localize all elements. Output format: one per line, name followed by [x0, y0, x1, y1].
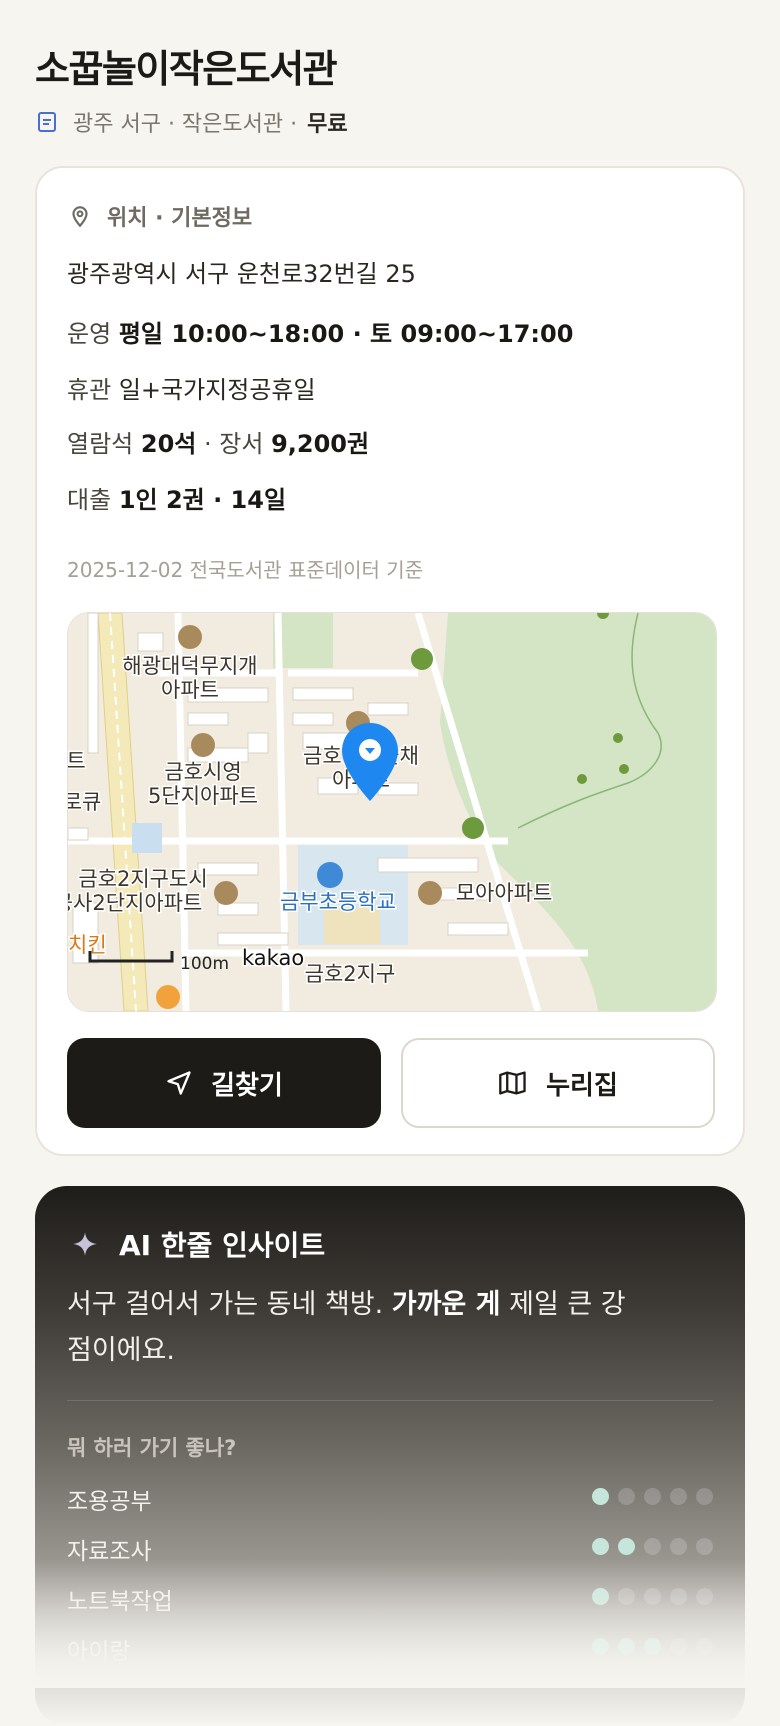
rating-dot — [644, 1488, 661, 1505]
rating-dot — [618, 1538, 635, 1555]
rating-dot — [670, 1538, 687, 1555]
rating-dot — [670, 1488, 687, 1505]
closed-value: 일+국가지정공휴일 — [118, 376, 316, 404]
closed-label: 휴관 — [67, 376, 112, 404]
map-label-apt4: 금호2지구도시 — [78, 867, 207, 891]
sparkle-icon — [73, 1232, 97, 1256]
ai-text-emphasis: 가까운 게 — [391, 1289, 501, 1320]
library-meta: 광주 서구 · 작은도서관 · 무료 — [35, 106, 348, 138]
activity-label: 자료조사 — [67, 1539, 152, 1565]
loan-value: 1인 2권 · 14일 — [118, 486, 287, 514]
rating-dot — [618, 1488, 635, 1505]
rating-dot — [696, 1638, 713, 1655]
map-brand: kakao — [242, 946, 304, 970]
fee-badge: 무료 — [307, 112, 348, 137]
activity-rating — [592, 1538, 713, 1555]
ai-insight-title: AI 한줄 인사이트 — [119, 1229, 326, 1262]
activity-label: 노트북작업 — [67, 1589, 173, 1615]
navigation-arrow-icon — [167, 1071, 191, 1095]
loan-policy: 대출 1인 2권 · 14일 — [67, 480, 286, 515]
map-label-apt2-sub: 5단지아파트 — [148, 784, 258, 808]
map-label-apt2: 금호시영 — [164, 760, 241, 784]
loan-label: 대출 — [67, 486, 112, 514]
ai-insight-text: 서구 걸어서 가는 동네 책방. 가까운 게 제일 큰 강점이에요. — [67, 1282, 627, 1374]
activity-rating — [592, 1638, 713, 1655]
seats-value: 20석 — [140, 430, 197, 458]
rating-dot — [670, 1638, 687, 1655]
info-card: 위치 · 기본정보 광주광역시 서구 운천로32번길 25 운영 평일 10:0… — [35, 166, 745, 1156]
rating-dot — [696, 1588, 713, 1605]
map-label-bottom: 금호2지구 — [305, 962, 396, 986]
capacity: 열람석 20석 · 장서 9,200권 — [67, 424, 369, 459]
rating-dot — [696, 1488, 713, 1505]
rating-dot — [644, 1638, 661, 1655]
rating-dot — [696, 1538, 713, 1555]
directions-label: 길찾기 — [211, 1070, 283, 1101]
map-label-apt4-sub: 공사2단지아파트 — [68, 891, 202, 915]
page-title: 소꿉놀이작은도서관 — [35, 47, 338, 91]
ai-text-part: 서구 걸어서 가는 동네 책방. — [67, 1289, 384, 1320]
hours-label: 운영 — [67, 320, 112, 348]
activity-label: 아이랑 — [67, 1639, 131, 1665]
data-source-note: 2025-12-02 전국도서관 표준데이터 기준 — [67, 558, 424, 582]
books-label: · 장서 — [204, 430, 264, 458]
info-section-header: 위치 · 기본정보 — [67, 200, 252, 232]
ai-insight-header: AI 한줄 인사이트 — [71, 1224, 325, 1264]
divider — [67, 1400, 713, 1401]
activity-label: 조용공부 — [67, 1489, 152, 1515]
directions-button[interactable]: 길찾기 — [67, 1038, 381, 1128]
activity-rating — [592, 1588, 713, 1605]
map-label-edge3: 치킨 — [68, 933, 107, 957]
map-scale-label: 100m — [180, 954, 229, 974]
ai-insight-card: AI 한줄 인사이트 서구 걸어서 가는 동네 책방. 가까운 게 제일 큰 강… — [35, 1186, 745, 1726]
rating-dot — [592, 1638, 609, 1655]
map-label-apt5: 모아아파트 — [456, 881, 553, 905]
map-canvas[interactable]: 해광대덕무지개 아파트 금호시영 5단지아파트 금호빛고을채 아파트 금호2지구… — [68, 613, 716, 1011]
location-map[interactable]: 해광대덕무지개 아파트 금호시영 5단지아파트 금호빛고을채 아파트 금호2지구… — [67, 612, 717, 1012]
books-value: 9,200권 — [271, 430, 370, 458]
map-fold-icon — [499, 1071, 526, 1095]
map-label-apt1: 해광대덕무지개 — [122, 654, 257, 678]
rating-dot — [592, 1588, 609, 1605]
activity-rating — [592, 1488, 713, 1505]
homepage-label: 누리집 — [546, 1070, 618, 1101]
rating-dot — [618, 1638, 635, 1655]
rating-dot — [670, 1588, 687, 1605]
info-section-title: 위치 · 기본정보 — [107, 206, 253, 231]
rating-dot — [644, 1588, 661, 1605]
operating-hours: 운영 평일 10:00~18:00 · 토 09:00~17:00 — [67, 314, 573, 349]
map-label-edge2: 로큐 — [68, 790, 101, 814]
address: 광주광역시 서구 운천로32번길 25 — [67, 260, 416, 288]
rating-dot — [592, 1538, 609, 1555]
activity-question: 뭐 하러 가기 좋나? — [67, 1436, 237, 1460]
hours-value: 평일 10:00~18:00 · 토 09:00~17:00 — [118, 320, 574, 348]
rating-dot — [592, 1488, 609, 1505]
closed-days: 휴관 일+국가지정공휴일 — [67, 370, 316, 405]
homepage-button[interactable]: 누리집 — [401, 1038, 715, 1128]
seats-label: 열람석 — [67, 430, 134, 458]
document-icon — [38, 112, 56, 132]
location-pin-icon — [72, 206, 88, 228]
map-label-edge1: 트 — [68, 749, 86, 773]
library-region: 광주 서구 · 작은도서관 · — [73, 112, 298, 137]
rating-dot — [644, 1538, 661, 1555]
map-label-apt1-sub: 아파트 — [161, 678, 219, 702]
map-label-school: 금부초등학교 — [280, 890, 396, 914]
rating-dot — [618, 1588, 635, 1605]
